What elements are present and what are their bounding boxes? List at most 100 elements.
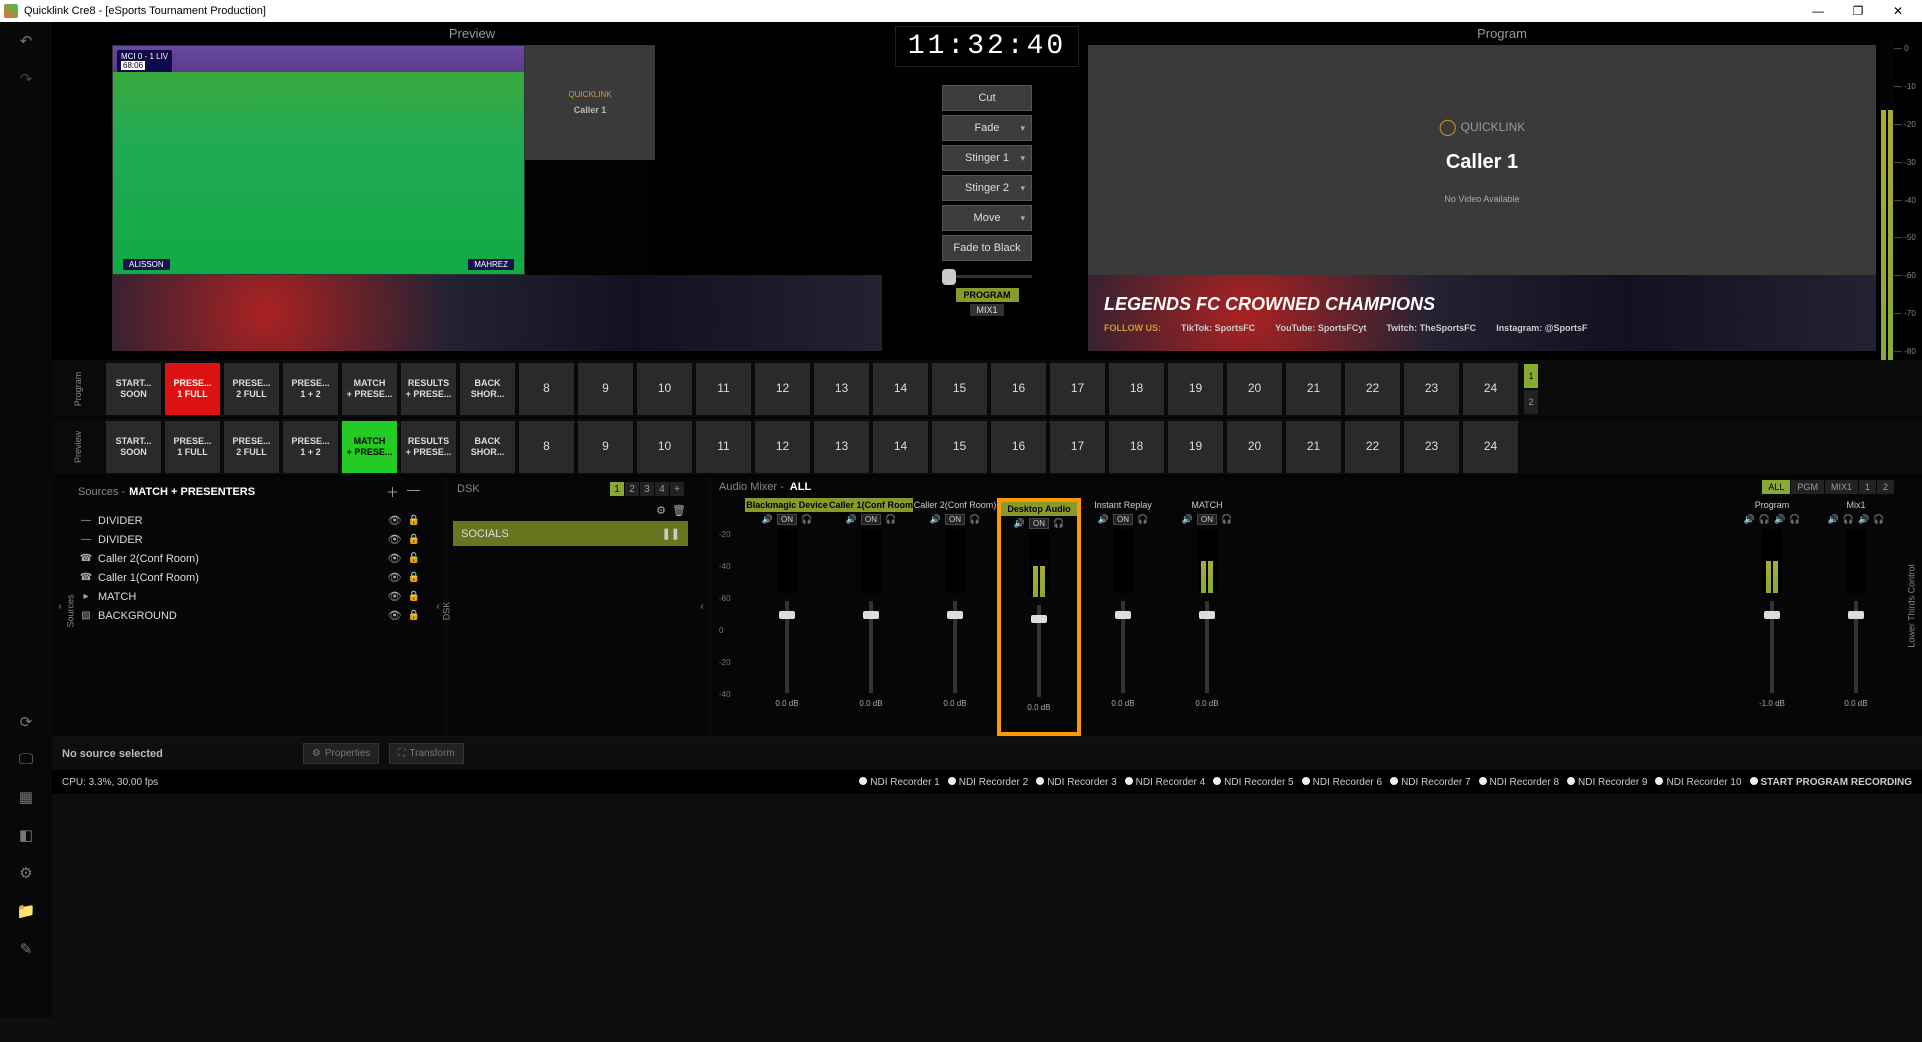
visibility-icon[interactable]: 👁	[388, 590, 402, 603]
headphone-icon[interactable]: 🎧	[1137, 514, 1148, 525]
dsk-tab[interactable]: +	[670, 482, 684, 496]
scene-slot[interactable]: 10	[637, 421, 692, 473]
scene-slot[interactable]: 24	[1463, 363, 1518, 415]
scene-slot[interactable]: 11	[696, 421, 751, 473]
scene-slot[interactable]: BACKSHOR...	[460, 421, 515, 473]
ndi-recorder[interactable]: NDI Recorder 9	[1567, 777, 1647, 788]
folder-icon[interactable]: 📁	[17, 902, 36, 920]
visibility-icon[interactable]: 👁	[388, 552, 402, 565]
maximize-button[interactable]: ❐	[1838, 4, 1878, 18]
mixer-filter-tab[interactable]: ALL	[1762, 480, 1790, 494]
mixer-filter-tab[interactable]: PGM	[1791, 480, 1824, 494]
scene-slot[interactable]: 18	[1109, 363, 1164, 415]
visibility-icon[interactable]: 👁	[388, 514, 402, 527]
speaker-icon[interactable]: 🔊	[1744, 514, 1755, 525]
scene-slot[interactable]: 21	[1286, 421, 1341, 473]
ndi-recorder[interactable]: NDI Recorder 8	[1479, 777, 1559, 788]
lock-icon[interactable]: 🔓	[408, 553, 420, 564]
preview-pip-empty[interactable]	[525, 160, 655, 275]
remove-source-icon[interactable]: —	[407, 482, 420, 501]
add-source-icon[interactable]: ＋	[386, 482, 399, 501]
scene-slot[interactable]: 23	[1404, 421, 1459, 473]
start-recording-button[interactable]: START PROGRAM RECORDING	[1750, 777, 1912, 788]
scene-slot[interactable]: 14	[873, 363, 928, 415]
lower-thirds-sidebar[interactable]: Lower Thirds Control	[1902, 476, 1922, 736]
scene-slot[interactable]: 23	[1404, 363, 1459, 415]
headphone-icon[interactable]: 🎧	[1221, 514, 1232, 525]
source-item[interactable]: —DIVIDER👁🔒	[76, 511, 422, 530]
scene-slot[interactable]: BACKSHOR...	[460, 363, 515, 415]
mixer-filter-tab[interactable]: 1	[1859, 480, 1876, 494]
fader[interactable]	[1205, 601, 1209, 693]
scene-slot[interactable]: RESULTS+ PRESE...	[401, 363, 456, 415]
program-feed[interactable]: ◯QUICKLINK Caller 1 No Video Available	[1088, 45, 1876, 275]
preview-game-feed[interactable]: MCI 0 - 1 LIV68:06 ALISSON MAHREZ	[112, 45, 525, 275]
wand-icon[interactable]: ✎	[20, 940, 33, 958]
refresh-icon[interactable]: ⟳	[20, 713, 33, 731]
scene-slot[interactable]: 14	[873, 421, 928, 473]
speaker-icon[interactable]: 🔊	[1858, 514, 1869, 525]
ndi-recorder[interactable]: NDI Recorder 5	[1213, 777, 1293, 788]
headphone-icon[interactable]: 🎧	[1053, 518, 1064, 529]
scene-slot[interactable]: PRESE...1 + 2	[283, 421, 338, 473]
ndi-recorder[interactable]: NDI Recorder 6	[1302, 777, 1382, 788]
headphone-icon[interactable]: 🎧	[969, 514, 980, 525]
source-item[interactable]: —DIVIDER👁🔒	[76, 530, 422, 549]
speaker-icon[interactable]: 🔊	[1828, 514, 1839, 525]
close-button[interactable]: ✕	[1878, 4, 1918, 18]
dsk-tab[interactable]: 4	[655, 482, 669, 496]
headphone-icon[interactable]: 🎧	[1843, 514, 1854, 525]
visibility-icon[interactable]: 👁	[388, 609, 402, 622]
scene-slot[interactable]: 16	[991, 421, 1046, 473]
scene-slot[interactable]: PRESE...2 FULL	[224, 421, 279, 473]
lock-icon[interactable]: 🔒	[408, 515, 420, 526]
scene-slot[interactable]: 18	[1109, 421, 1164, 473]
minimize-button[interactable]: —	[1798, 4, 1838, 18]
preview-pip-caller1[interactable]: QUICKLINK Caller 1	[525, 45, 655, 160]
cut-button[interactable]: Cut	[942, 85, 1032, 111]
ndi-recorder[interactable]: NDI Recorder 2	[948, 777, 1028, 788]
dsk-tab[interactable]: 1	[610, 482, 624, 496]
properties-button[interactable]: ⚙Properties	[303, 743, 380, 764]
speaker-icon[interactable]: 🔊	[762, 514, 773, 525]
scene-slot[interactable]: 8	[519, 421, 574, 473]
headphone-icon[interactable]: 🎧	[1789, 514, 1800, 525]
fader[interactable]	[785, 601, 789, 693]
source-item[interactable]: ☎Caller 2(Conf Room)👁🔓	[76, 549, 422, 568]
dsk-item-socials[interactable]: SOCIALS ❚❚	[453, 521, 688, 546]
on-button[interactable]: ON	[1113, 514, 1133, 525]
ndi-recorder[interactable]: NDI Recorder 1	[859, 777, 939, 788]
fade-button[interactable]: Fade	[942, 115, 1032, 141]
dsk-trash-icon[interactable]: 🗑	[672, 504, 686, 517]
transform-button[interactable]: ⛶Transform	[389, 743, 463, 764]
lock-icon[interactable]: 🔒	[408, 610, 420, 621]
t-bar[interactable]	[942, 275, 1032, 278]
dsk-tab[interactable]: 3	[640, 482, 654, 496]
fader[interactable]	[1037, 605, 1041, 697]
source-item[interactable]: ☎Caller 1(Conf Room)👁🔒	[76, 568, 422, 587]
move-button[interactable]: Move	[942, 205, 1032, 231]
lock-icon[interactable]: 🔒	[408, 591, 420, 602]
scene-slot[interactable]: 17	[1050, 363, 1105, 415]
on-button[interactable]: ON	[777, 514, 797, 525]
scene-slot[interactable]: 13	[814, 363, 869, 415]
speaker-icon[interactable]: 🔊	[1014, 518, 1025, 529]
scene-slot[interactable]: 13	[814, 421, 869, 473]
grid-icon[interactable]: ◧	[19, 826, 33, 844]
scene-slot[interactable]: 20	[1227, 363, 1282, 415]
scene-slot[interactable]: 15	[932, 363, 987, 415]
scene-slot[interactable]: PRESE...2 FULL	[224, 363, 279, 415]
stinger1-button[interactable]: Stinger 1	[942, 145, 1032, 171]
scene-slot[interactable]: 8	[519, 363, 574, 415]
multiview-icon[interactable]: ▦	[19, 788, 33, 806]
pause-icon[interactable]: ❚❚	[662, 527, 680, 540]
headphone-icon[interactable]: 🎧	[1759, 514, 1770, 525]
source-item[interactable]: ▧BACKGROUND👁🔒	[76, 606, 422, 625]
scene-slot[interactable]: 15	[932, 421, 987, 473]
scene-slot[interactable]: 10	[637, 363, 692, 415]
visibility-icon[interactable]: 👁	[388, 571, 402, 584]
fader[interactable]	[1121, 601, 1125, 693]
fade-to-black-button[interactable]: Fade to Black	[942, 235, 1032, 261]
scene-slot[interactable]: PRESE...1 FULL	[165, 421, 220, 473]
scene-slot[interactable]: 21	[1286, 363, 1341, 415]
